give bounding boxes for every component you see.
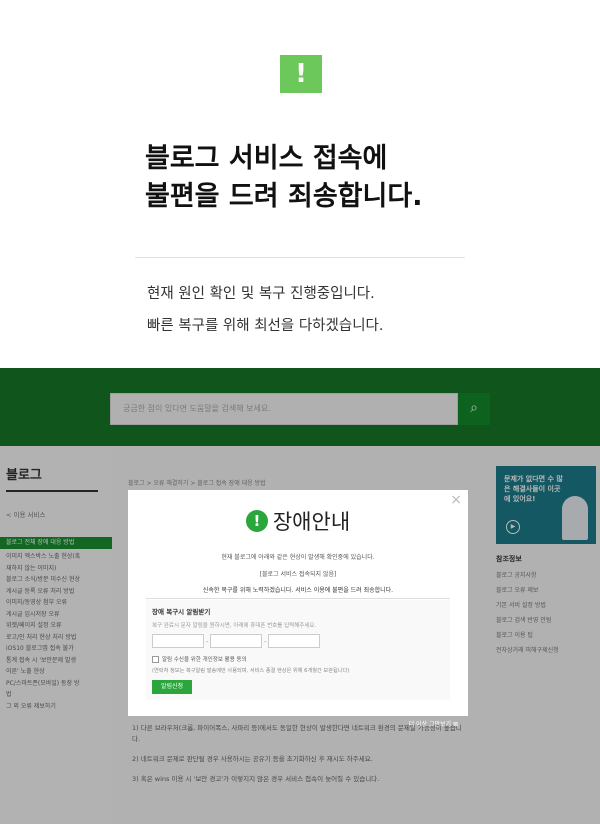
- notify-form: 장애 복구시 알림받기 복구 완료시 문자 알림을 원하시면, 아래에 휴대폰 …: [146, 600, 450, 700]
- divider: [135, 257, 465, 258]
- warning-icon: !: [280, 55, 322, 93]
- description-line-2: 빠른 복구를 위해 최선을 다하겠습니다.: [147, 318, 384, 334]
- modal-message-3: 신속한 복구를 위해 노력하겠습니다. 서비스 이용에 불편을 드려 죄송합니다…: [202, 587, 394, 594]
- form-title: 장애 복구시 알림받기: [152, 608, 211, 616]
- phone-field-3[interactable]: [268, 634, 320, 648]
- alert-icon: !: [245, 510, 268, 532]
- outage-modal: × ! 장애안내 현재 블로그에 아래와 같은 현상이 발생해 확인중에 있습니다…: [128, 490, 468, 728]
- phone-field-2[interactable]: [210, 634, 262, 648]
- form-help: 복구 완료시 문자 알림을 원하시면, 아래에 휴대폰 번호를 입력해주세요.: [152, 623, 317, 629]
- consent-checkbox[interactable]: [152, 656, 159, 663]
- headline-line-1: 블로그 서비스 접속에: [145, 143, 388, 174]
- error-notice: ! 블로그 서비스 접속에 불편을 드려 죄송합니다. 현재 원인 확인 및 복…: [0, 0, 600, 368]
- modal-title: 장애안내: [272, 510, 351, 534]
- description-line-1: 현재 원인 확인 및 복구 진행중입니다.: [147, 286, 375, 302]
- headline-line-2: 불편을 드려 죄송합니다.: [145, 181, 423, 212]
- consent-label: 알림 수신을 위한 개인정보 활용 동의: [162, 657, 247, 663]
- error-description: 현재 원인 확인 및 복구 진행중입니다. 빠른 복구를 위해 최선을 다하겠습…: [147, 278, 477, 342]
- dont-show-again-link[interactable]: 더 이상 그만보기 ⊠: [409, 719, 458, 728]
- modal-header: ! 장애안내: [128, 506, 468, 536]
- consent-note: (연락처 정보는 복구알림 발송에만 사용되며, 서비스 종결 현상은 위해 6…: [152, 668, 350, 674]
- modal-divider: [146, 598, 450, 599]
- error-headline: 블로그 서비스 접속에 불편을 드려 죄송합니다.: [145, 140, 505, 216]
- phone-field-1[interactable]: [152, 634, 204, 648]
- modal-message-1: 현재 블로그에 아래와 같은 현상이 발생해 확인중에 있습니다.: [221, 554, 375, 561]
- submit-button[interactable]: 알림신청: [152, 680, 192, 694]
- help-page-screenshot: 궁금한 점이 있다면 도움말을 검색해 보세요. ⌕ 블로그 < 이용 서비스 …: [0, 368, 600, 824]
- modal-message-2: [블로그 서비스 접속되지 않음]: [259, 571, 337, 578]
